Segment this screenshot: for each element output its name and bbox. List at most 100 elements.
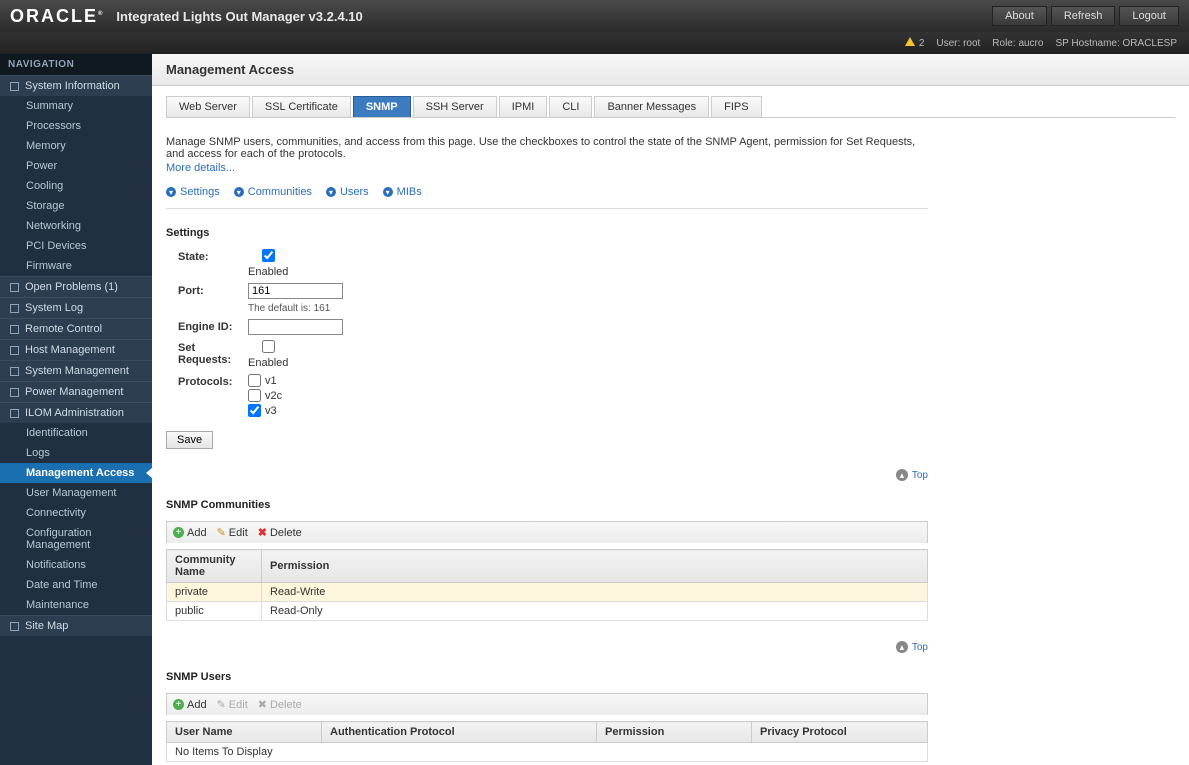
nav-group[interactable]: Site Map bbox=[0, 615, 152, 636]
protocol-checkbox[interactable] bbox=[248, 374, 261, 387]
state-text: Enabled bbox=[248, 266, 288, 278]
warning-icon bbox=[905, 37, 915, 46]
protocols-label: Protocols: bbox=[166, 374, 248, 388]
tab[interactable]: Banner Messages bbox=[594, 96, 709, 117]
protocol-checkbox[interactable] bbox=[248, 404, 261, 417]
tab[interactable]: SNMP bbox=[353, 96, 411, 117]
anchor-links: ▾Settings ▾Communities ▾Users ▾MIBs bbox=[166, 186, 928, 198]
nav-item[interactable]: Firmware bbox=[0, 256, 152, 276]
page-title: Management Access bbox=[152, 54, 1189, 86]
engine-id-label: Engine ID: bbox=[166, 319, 248, 333]
edit-icon: ✎ bbox=[217, 526, 226, 539]
col-privacy-protocol[interactable]: Privacy Protocol bbox=[752, 722, 928, 743]
nav-group[interactable]: System Management bbox=[0, 360, 152, 381]
top-icon: ▴ bbox=[896, 641, 908, 653]
about-button[interactable]: About bbox=[992, 6, 1047, 26]
set-requests-checkbox[interactable] bbox=[262, 340, 275, 353]
nav-item[interactable]: Connectivity bbox=[0, 503, 152, 523]
nav-group[interactable]: Power Management bbox=[0, 381, 152, 402]
table-row[interactable]: privateRead-Write bbox=[167, 583, 928, 602]
nav-header: NAVIGATION bbox=[0, 54, 152, 75]
more-details-link[interactable]: More details... bbox=[166, 162, 928, 174]
nav-group[interactable]: System Log bbox=[0, 297, 152, 318]
nav-item[interactable]: Identification bbox=[0, 423, 152, 443]
top-link-1[interactable]: Top bbox=[912, 470, 928, 481]
protocol-label: v2c bbox=[265, 390, 282, 402]
communities-heading: SNMP Communities bbox=[166, 499, 928, 511]
communities-edit-button[interactable]: ✎Edit bbox=[217, 526, 248, 539]
users-add-button[interactable]: +Add bbox=[173, 698, 207, 711]
nav-item[interactable]: Summary bbox=[0, 96, 152, 116]
user-info: User: root bbox=[936, 38, 980, 49]
anchor-icon: ▾ bbox=[166, 187, 176, 197]
tab[interactable]: FIPS bbox=[711, 96, 761, 117]
nav-item[interactable]: User Management bbox=[0, 483, 152, 503]
nav-item[interactable]: Maintenance bbox=[0, 595, 152, 615]
communities-toolbar: +Add ✎Edit ✖Delete bbox=[166, 521, 928, 543]
communities-add-button[interactable]: +Add bbox=[173, 526, 207, 539]
users-edit-button: ✎Edit bbox=[217, 698, 248, 711]
nav-group[interactable]: Remote Control bbox=[0, 318, 152, 339]
nav-item[interactable]: Notifications bbox=[0, 555, 152, 575]
refresh-button[interactable]: Refresh bbox=[1051, 6, 1116, 26]
communities-delete-button[interactable]: ✖Delete bbox=[258, 526, 302, 539]
col-user-permission[interactable]: Permission bbox=[597, 722, 752, 743]
port-input[interactable] bbox=[248, 283, 343, 299]
content-area: Management Access Web ServerSSL Certific… bbox=[152, 54, 1189, 765]
col-auth-protocol[interactable]: Authentication Protocol bbox=[322, 722, 597, 743]
tab[interactable]: Web Server bbox=[166, 96, 250, 117]
nav-item[interactable]: Cooling bbox=[0, 176, 152, 196]
col-permission[interactable]: Permission bbox=[262, 550, 928, 583]
anchor-icon: ▾ bbox=[383, 187, 393, 197]
nav-item[interactable]: Logs bbox=[0, 443, 152, 463]
nav-item[interactable]: Processors bbox=[0, 116, 152, 136]
nav-item[interactable]: PCI Devices bbox=[0, 236, 152, 256]
warning-indicator[interactable]: 2 bbox=[905, 37, 925, 49]
anchor-link[interactable]: ▾Settings bbox=[166, 186, 220, 198]
nav-item[interactable]: Networking bbox=[0, 216, 152, 236]
tab[interactable]: CLI bbox=[549, 96, 592, 117]
top-link-2[interactable]: Top bbox=[912, 642, 928, 653]
anchor-link[interactable]: ▾Users bbox=[326, 186, 369, 198]
anchor-icon: ▾ bbox=[234, 187, 244, 197]
set-requests-text: Enabled bbox=[248, 357, 288, 369]
tab[interactable]: IPMI bbox=[499, 96, 548, 117]
save-button[interactable]: Save bbox=[166, 431, 213, 449]
col-community-name[interactable]: Community Name bbox=[167, 550, 262, 583]
nav-item[interactable]: Memory bbox=[0, 136, 152, 156]
state-checkbox[interactable] bbox=[262, 249, 275, 262]
add-icon: + bbox=[173, 699, 184, 710]
nav-item[interactable]: Configuration Management bbox=[0, 523, 152, 555]
divider bbox=[166, 208, 928, 209]
oracle-logo: ORACLE® bbox=[10, 6, 104, 27]
delete-icon: ✖ bbox=[258, 526, 267, 539]
tab[interactable]: SSL Certificate bbox=[252, 96, 351, 117]
nav-group[interactable]: ILOM Administration bbox=[0, 402, 152, 423]
role-info: Role: aucro bbox=[992, 38, 1043, 49]
port-label: Port: bbox=[166, 283, 248, 297]
anchor-link[interactable]: ▾MIBs bbox=[383, 186, 422, 198]
tab[interactable]: SSH Server bbox=[413, 96, 497, 117]
users-heading: SNMP Users bbox=[166, 671, 928, 683]
protocol-label: v3 bbox=[265, 405, 277, 417]
status-bar: 2 User: root Role: aucro SP Hostname: OR… bbox=[0, 32, 1189, 54]
anchor-icon: ▾ bbox=[326, 187, 336, 197]
nav-group[interactable]: Open Problems (1) bbox=[0, 276, 152, 297]
nav-group[interactable]: Host Management bbox=[0, 339, 152, 360]
engine-id-input[interactable] bbox=[248, 319, 343, 335]
state-label: State: bbox=[166, 249, 248, 263]
users-delete-button: ✖Delete bbox=[258, 698, 302, 711]
nav-item[interactable]: Management Access bbox=[0, 463, 152, 483]
protocol-checkbox[interactable] bbox=[248, 389, 261, 402]
navigation-sidebar: NAVIGATION System InformationSummaryProc… bbox=[0, 54, 152, 765]
col-user-name[interactable]: User Name bbox=[167, 722, 322, 743]
nav-item[interactable]: Storage bbox=[0, 196, 152, 216]
anchor-link[interactable]: ▾Communities bbox=[234, 186, 312, 198]
nav-item[interactable]: Date and Time bbox=[0, 575, 152, 595]
logout-button[interactable]: Logout bbox=[1119, 6, 1179, 26]
set-requests-label: Set Requests: bbox=[166, 340, 248, 366]
top-icon: ▴ bbox=[896, 469, 908, 481]
nav-item[interactable]: Power bbox=[0, 156, 152, 176]
table-row[interactable]: publicRead-Only bbox=[167, 602, 928, 621]
nav-group[interactable]: System Information bbox=[0, 75, 152, 96]
